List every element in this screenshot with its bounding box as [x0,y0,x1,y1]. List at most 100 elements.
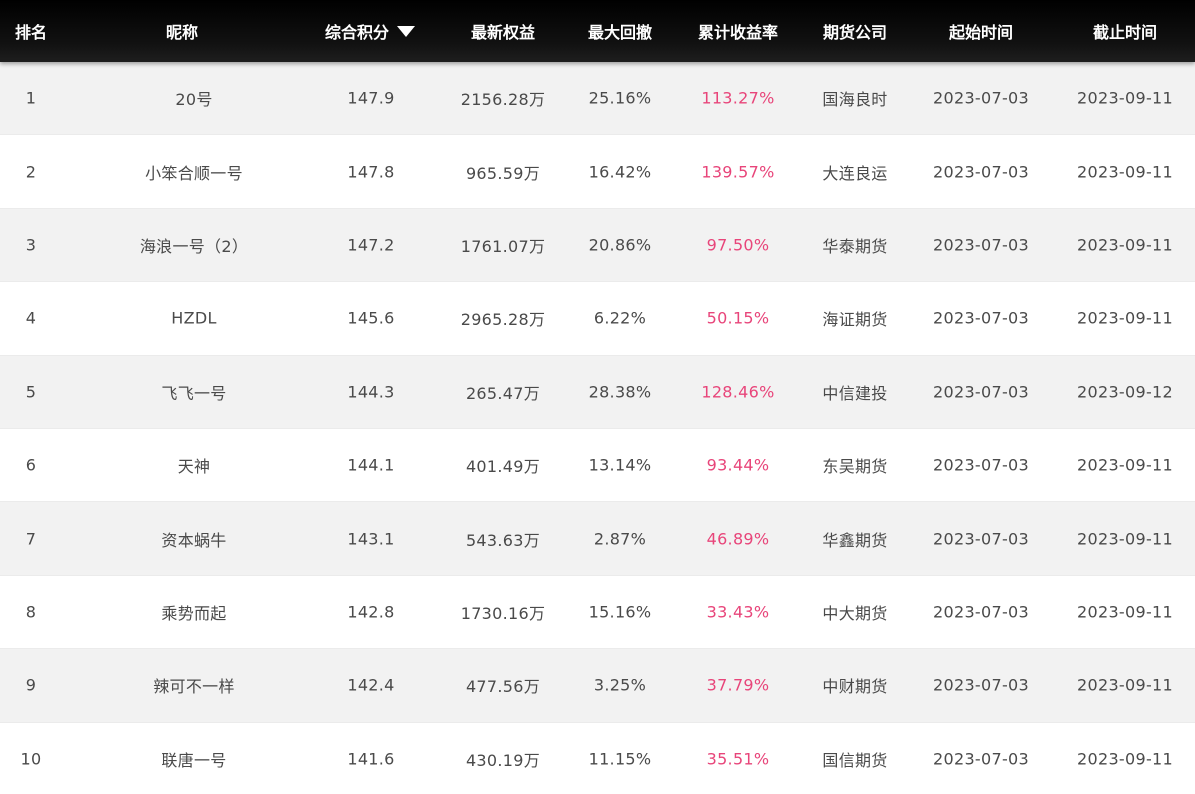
cell-end-date: 2023-09-11 [1077,675,1173,695]
cell-score: 142.8 [347,602,395,622]
cell-rank: 1 [25,88,37,108]
cell-end-date: 2023-09-11 [1077,88,1173,108]
cell-nickname[interactable]: 20号 [175,86,212,110]
cell-futures-company: 华泰期货 [822,236,888,256]
cell-start-date: 2023-07-03 [933,382,1029,402]
cell-rank: 5 [25,382,37,402]
cell-start-date: 2023-07-03 [933,602,1029,622]
table-row[interactable]: 5 飞飞一号 144.3 265.47万 28.38% 128.46% 中信建投 2023-0… [0,355,1195,429]
cell-cum-return: 97.50% [706,235,770,255]
table-row[interactable]: 3 海浪一号（2） 147.2 1761.07万 20.86% 97.50% 华泰期货 202… [0,208,1195,283]
cell-max-drawdown: 20.86% [588,235,652,255]
cell-nickname[interactable]: 小笨合顺一号 [145,160,243,184]
ranking-table: 排名 昵称 综合积分 最新权益 最大回撤 累计收益率 期货公司 起始时间 截止时… [0,0,1195,794]
table-row[interactable]: 1 20号 147.9 2156.28万 25.16% 113.27% 国海良时 2023-0… [0,62,1195,136]
cell-rank: 7 [25,529,37,549]
cell-rank: 2 [25,162,37,182]
cell-equity: 401.49万 [465,457,541,477]
cell-end-date: 2023-09-12 [1077,382,1173,402]
cell-rank: 10 [20,749,42,769]
cell-nickname[interactable]: HZDL [171,309,216,328]
cell-equity: 2965.28万 [460,310,546,330]
cell-futures-company: 海证期货 [822,310,888,330]
cell-equity: 477.56万 [465,677,541,697]
cell-nickname[interactable]: 联唐一号 [161,747,226,771]
cell-futures-company: 大连良运 [822,163,888,183]
cell-end-date: 2023-09-11 [1077,602,1173,622]
cell-futures-company: 华鑫期货 [822,530,888,550]
cell-cum-return: 50.15% [706,308,770,328]
cell-nickname[interactable]: 资本蜗牛 [161,527,226,551]
cell-rank: 8 [25,602,37,622]
cell-futures-company: 中信建投 [822,383,888,403]
cell-cum-return: 35.51% [706,749,770,769]
cell-cum-return: 46.89% [706,529,770,549]
cell-max-drawdown: 3.25% [593,675,647,695]
table-row[interactable]: 6 天神 144.1 401.49万 13.14% 93.44% 东吴期货 2023-07-0… [0,428,1195,503]
table-row[interactable]: 7 资本蜗牛 143.1 543.63万 2.87% 46.89% 华鑫期货 2023-07-… [0,502,1195,576]
cell-max-drawdown: 25.16% [588,88,652,108]
cell-equity: 430.19万 [465,750,541,770]
cell-score: 143.1 [347,529,395,549]
cell-end-date: 2023-09-11 [1077,308,1173,328]
cell-futures-company: 国海良时 [822,90,888,110]
table-row[interactable]: 8 乘势而起 142.8 1730.16万 15.16% 33.43% 中大期货 2023-0… [0,575,1195,650]
cell-end-date: 2023-09-11 [1077,162,1173,182]
cell-max-drawdown: 28.38% [588,382,652,402]
cell-score: 144.3 [347,382,395,402]
cell-nickname[interactable]: 飞飞一号 [161,380,226,404]
cell-start-date: 2023-07-03 [933,308,1029,328]
cell-nickname[interactable]: 海浪一号（2） [140,233,248,257]
header-rank[interactable]: 排名 [15,0,47,62]
cell-max-drawdown: 6.22% [593,308,647,328]
table-body: 1 20号 147.9 2156.28万 25.16% 113.27% 国海良时 2023-0… [0,62,1195,794]
header-cum-return[interactable]: 累计收益率 [698,0,778,62]
cell-start-date: 2023-07-03 [933,162,1029,182]
cell-cum-return: 128.46% [701,382,775,402]
cell-equity: 965.59万 [465,163,541,183]
cell-rank: 9 [25,675,37,695]
cell-equity: 1761.07万 [460,236,546,256]
header-score[interactable]: 综合积分 [325,0,416,62]
header-end-date[interactable]: 截止时间 [1093,0,1157,62]
cell-rank: 3 [25,235,37,255]
table-row[interactable]: 4 HZDL 145.6 2965.28万 6.22% 50.15% 海证期货 2023-07… [0,282,1195,356]
header-max-drawdown[interactable]: 最大回撤 [588,0,652,62]
header-start-date[interactable]: 起始时间 [949,0,1013,62]
cell-nickname[interactable]: 乘势而起 [161,600,226,624]
cell-start-date: 2023-07-03 [933,88,1029,108]
header-nickname[interactable]: 昵称 [166,0,198,62]
header-futures-company[interactable]: 期货公司 [823,0,887,62]
cell-end-date: 2023-09-11 [1077,749,1173,769]
cell-score: 141.6 [347,749,395,769]
cell-max-drawdown: 11.15% [588,749,652,769]
table-header: 排名 昵称 综合积分 最新权益 最大回撤 累计收益率 期货公司 起始时间 截止时… [0,0,1195,62]
cell-score: 147.2 [347,235,395,255]
cell-equity: 543.63万 [465,530,541,550]
cell-end-date: 2023-09-11 [1077,235,1173,255]
cell-max-drawdown: 2.87% [593,529,647,549]
cell-start-date: 2023-07-03 [933,235,1029,255]
cell-cum-return: 93.44% [706,455,770,475]
table-row[interactable]: 10 联唐一号 141.6 430.19万 11.15% 35.51% 国信期货 2023-0… [0,722,1195,794]
cell-score: 145.6 [347,308,395,328]
caret-down-icon[interactable] [397,26,416,37]
cell-score: 142.4 [347,675,395,695]
table-row[interactable]: 2 小笨合顺一号 147.8 965.59万 16.42% 139.57% 大连良运 2023… [0,135,1195,209]
cell-max-drawdown: 16.42% [588,162,652,182]
cell-cum-return: 37.79% [706,675,770,695]
cell-equity: 1730.16万 [460,603,546,623]
cell-start-date: 2023-07-03 [933,455,1029,475]
cell-equity: 2156.28万 [460,90,546,110]
header-equity[interactable]: 最新权益 [471,0,535,62]
cell-score: 147.9 [347,88,395,108]
table-row[interactable]: 9 辣可不一样 142.4 477.56万 3.25% 37.79% 中财期货 2023-07… [0,649,1195,723]
cell-futures-company: 中财期货 [822,677,888,697]
cell-nickname[interactable]: 辣可不一样 [153,673,235,697]
cell-rank: 6 [25,455,37,475]
cell-max-drawdown: 13.14% [588,455,652,475]
cell-futures-company: 中大期货 [822,603,888,623]
cell-nickname[interactable]: 天神 [178,453,211,477]
cell-score: 147.8 [347,162,395,182]
cell-futures-company: 国信期货 [822,750,888,770]
